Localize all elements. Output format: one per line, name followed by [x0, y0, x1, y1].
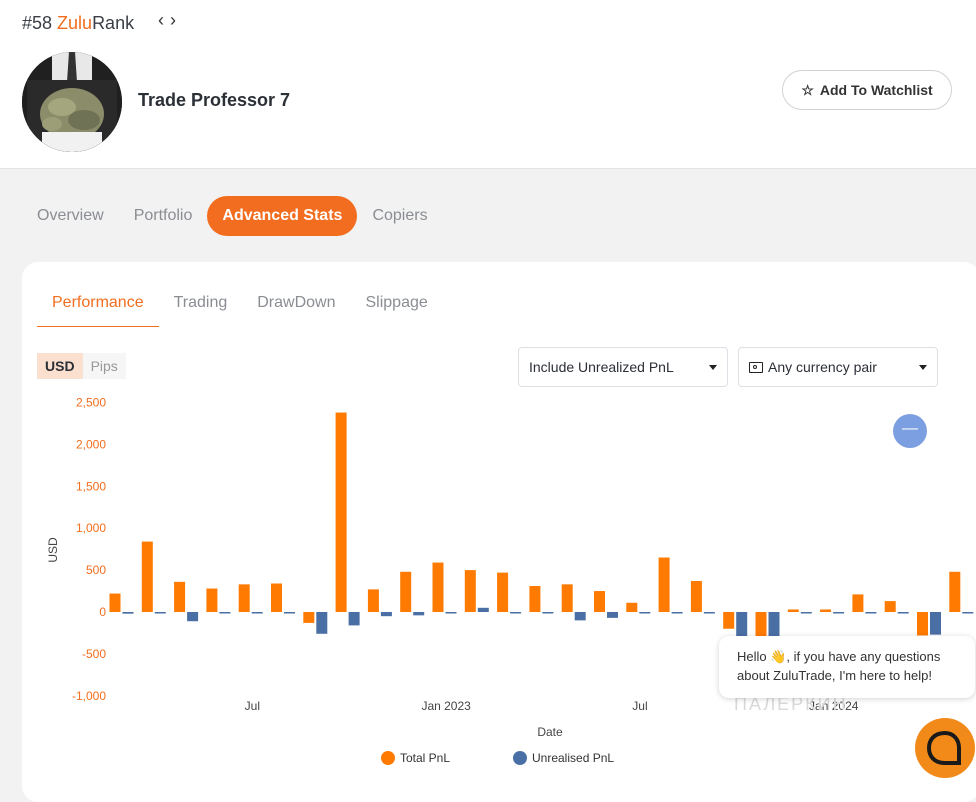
x-tick-label: Jan 2023 [421, 699, 471, 713]
bar-unrealised-pnl [251, 612, 263, 614]
bar-unrealised-pnl [962, 612, 974, 614]
bar-total-pnl [141, 541, 153, 612]
bar-unrealised-pnl [154, 612, 166, 614]
bar-unrealised-pnl [477, 607, 489, 612]
bar-total-pnl [464, 570, 476, 612]
bar-unrealised-pnl [768, 612, 780, 637]
bar-unrealised-pnl [865, 612, 877, 614]
bar-unrealised-pnl [413, 612, 425, 616]
bar-total-pnl [884, 601, 896, 612]
bar-total-pnl [820, 609, 832, 612]
bar-unrealised-pnl [445, 612, 457, 614]
chat-icon [926, 730, 961, 765]
bar-unrealised-pnl [348, 612, 360, 626]
y-tick-label: 2,000 [76, 437, 106, 451]
bar-total-pnl [206, 588, 218, 612]
bar-unrealised-pnl [574, 612, 586, 621]
zoom-reset-button[interactable]: — [893, 414, 927, 448]
bar-total-pnl [594, 591, 605, 612]
bar-total-pnl [238, 584, 250, 612]
bar-total-pnl [335, 412, 347, 612]
bar-total-pnl [400, 571, 412, 612]
bar-total-pnl [658, 557, 670, 612]
bar-unrealised-pnl [703, 612, 715, 614]
legend-swatch [513, 751, 527, 765]
bar-unrealised-pnl [380, 612, 392, 617]
y-tick-label: -500 [82, 647, 106, 661]
bar-total-pnl [109, 593, 121, 612]
bar-unrealised-pnl [736, 612, 748, 637]
y-tick-label: -1,000 [72, 689, 106, 703]
bar-total-pnl [367, 589, 379, 612]
y-tick-label: 500 [86, 563, 106, 577]
bar-unrealised-pnl [930, 612, 941, 635]
chat-button[interactable] [915, 718, 975, 778]
chat-bubble: Hello 👋, if you have any questions about… [719, 636, 975, 698]
legend-label: Unrealised PnL [532, 751, 614, 765]
bar-total-pnl [690, 580, 702, 612]
bar-unrealised-pnl [187, 612, 199, 622]
bar-unrealised-pnl [833, 612, 845, 614]
y-tick-label: 1,000 [76, 521, 106, 535]
bar-total-pnl [497, 572, 509, 612]
bar-total-pnl [432, 562, 444, 612]
bar-unrealised-pnl [542, 612, 554, 614]
bar-unrealised-pnl [671, 612, 683, 614]
bar-total-pnl [561, 584, 573, 612]
y-tick-label: 0 [99, 605, 106, 619]
bar-unrealised-pnl [316, 612, 328, 634]
chat-message: Hello 👋, if you have any questions about… [737, 649, 941, 683]
bar-unrealised-pnl [122, 612, 134, 614]
bar-unrealised-pnl [897, 612, 909, 614]
bar-total-pnl [174, 581, 186, 612]
bar-unrealised-pnl [607, 612, 618, 618]
y-tick-label: 1,500 [76, 479, 106, 493]
bar-unrealised-pnl [510, 612, 522, 614]
bar-total-pnl [949, 571, 961, 612]
bar-unrealised-pnl [800, 612, 812, 614]
x-tick-label: Jul [632, 699, 647, 713]
x-axis-label: Date [537, 725, 563, 739]
bar-total-pnl [787, 609, 799, 612]
y-tick-label: 2,500 [76, 396, 106, 410]
x-tick-label: Jul [245, 699, 260, 713]
bar-total-pnl [852, 594, 864, 612]
bar-total-pnl [529, 586, 541, 612]
y-axis-label: USD [46, 537, 60, 563]
bar-total-pnl [723, 612, 735, 629]
bar-total-pnl [271, 583, 282, 612]
bar-total-pnl [303, 612, 315, 623]
bar-total-pnl [626, 602, 638, 612]
bar-total-pnl [755, 612, 767, 638]
legend-label: Total PnL [400, 751, 450, 765]
bar-unrealised-pnl [639, 612, 651, 614]
bar-unrealised-pnl [219, 612, 231, 614]
legend-swatch [381, 751, 395, 765]
bar-unrealised-pnl [284, 612, 295, 614]
bar-total-pnl [917, 612, 928, 636]
